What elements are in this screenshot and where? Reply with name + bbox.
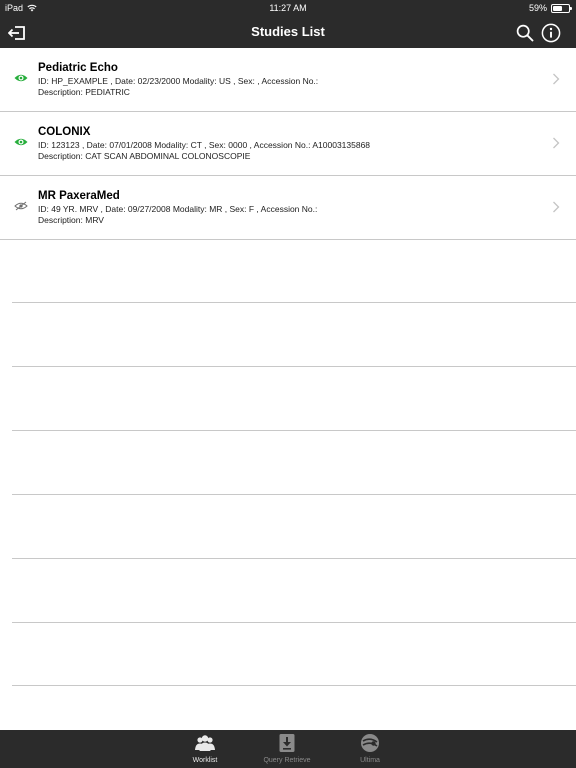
tab-query-retrieve[interactable]: Query Retrieve	[252, 733, 322, 767]
info-icon	[541, 23, 561, 43]
battery-percent: 59%	[528, 3, 547, 13]
tab-worklist[interactable]: Worklist	[170, 733, 240, 767]
study-details: ID: 123123 , Date: 07/01/2008 Modality: …	[38, 140, 371, 150]
download-icon	[279, 734, 295, 752]
search-icon	[516, 24, 534, 42]
chevron-right-icon	[553, 73, 560, 85]
chevron-right-icon	[553, 201, 560, 213]
status-time: 11:27 AM	[269, 3, 307, 13]
top-bar: iPad 11:27 AM 59% Studies List	[0, 0, 576, 48]
tab-ultima[interactable]: Ultima	[335, 733, 405, 767]
tab-bar: Worklist Query Retrieve Ultima	[0, 730, 576, 768]
battery-icon	[551, 3, 572, 13]
study-description: Description: MRV	[38, 215, 104, 225]
list-divider	[12, 622, 576, 623]
info-button[interactable]	[540, 22, 562, 44]
study-title: MR PaxeraMed	[38, 190, 120, 202]
tab-label: Query Retrieve	[263, 757, 311, 764]
ultima-icon	[361, 734, 379, 752]
list-divider	[12, 366, 576, 367]
study-details: ID: 49 YR. MRV , Date: 09/27/2008 Modali…	[38, 204, 318, 214]
eye-icon	[14, 74, 28, 82]
study-details: ID: HP_EXAMPLE , Date: 02/23/2000 Modali…	[38, 76, 319, 86]
list-divider	[12, 430, 576, 431]
list-divider	[12, 494, 576, 495]
studies-list: Pediatric Echo ID: HP_EXAMPLE , Date: 02…	[0, 48, 576, 730]
list-divider	[12, 302, 576, 303]
tab-label: Ultima	[360, 757, 380, 764]
search-button[interactable]	[514, 22, 536, 44]
page-title: Studies List	[251, 24, 325, 39]
study-description: Description: PEDIATRIC	[38, 87, 130, 97]
eye-off-icon	[14, 201, 28, 211]
tab-label: Worklist	[192, 757, 218, 764]
study-title: COLONIX	[38, 126, 91, 138]
list-divider	[12, 558, 576, 559]
eye-icon	[14, 138, 28, 146]
navigation-bar: Studies List	[0, 16, 576, 48]
study-row[interactable]: Pediatric Echo ID: HP_EXAMPLE , Date: 02…	[0, 48, 576, 112]
list-divider	[12, 685, 576, 686]
study-title: Pediatric Echo	[38, 62, 118, 74]
study-row[interactable]: MR PaxeraMed ID: 49 YR. MRV , Date: 09/2…	[0, 176, 576, 240]
users-icon	[195, 735, 215, 751]
study-row[interactable]: COLONIX ID: 123123 , Date: 07/01/2008 Mo…	[0, 112, 576, 176]
study-description: Description: CAT SCAN ABDOMINAL COLONOSC…	[38, 151, 251, 161]
chevron-right-icon	[553, 137, 560, 149]
status-bar: iPad 11:27 AM 59%	[0, 0, 576, 16]
battery-level	[553, 5, 562, 11]
